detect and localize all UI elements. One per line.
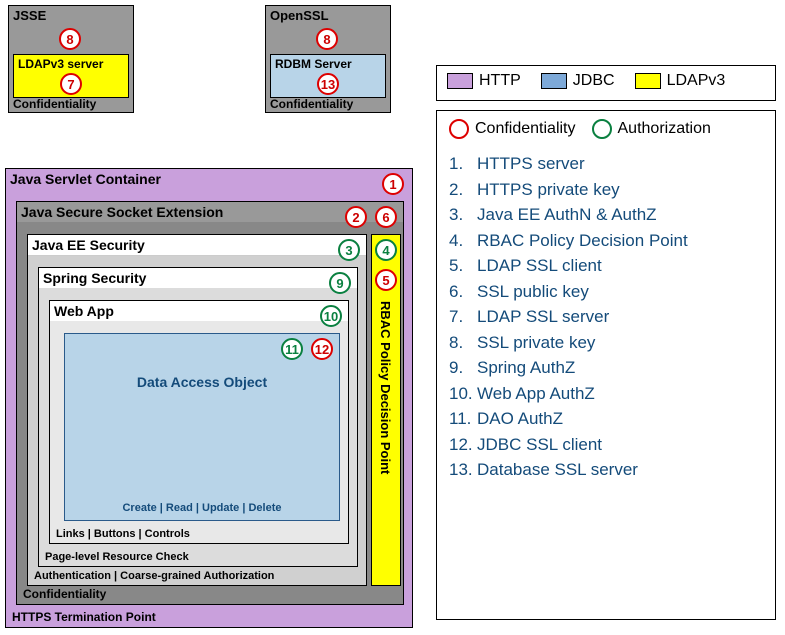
- legend-item: 3.Java EE AuthN & AuthZ: [449, 202, 763, 228]
- legend-item-num: 12.: [449, 432, 477, 458]
- rbac-title: RBAC Policy Decision Point: [378, 301, 393, 581]
- dao-circle-12: 12: [311, 338, 333, 360]
- legend-item-text: SSL private key: [477, 330, 595, 356]
- jsse-footer: Confidentiality: [9, 96, 100, 112]
- legend-item: 1.HTTPS server: [449, 151, 763, 177]
- legend-ldap: LDAPv3: [667, 72, 726, 90]
- legend-item-text: Web App AuthZ: [477, 381, 595, 407]
- legend-item-num: 13.: [449, 457, 477, 483]
- legend-item-text: Java EE AuthN & AuthZ: [477, 202, 657, 228]
- rbac-circle-5: 5: [375, 269, 397, 291]
- webapp-footer: Links | Buttons | Controls: [52, 527, 194, 541]
- legend-item: 11.DAO AuthZ: [449, 406, 763, 432]
- legend-item-text: LDAP SSL client: [477, 253, 602, 279]
- openssl-circle-8: 8: [316, 28, 338, 50]
- legend-item: 13.Database SSL server: [449, 457, 763, 483]
- legend-protocols: HTTP JDBC LDAPv3: [436, 65, 776, 101]
- legend-item-text: LDAP SSL server: [477, 304, 609, 330]
- openssl-title: OpenSSL: [266, 6, 390, 25]
- openssl-footer: Confidentiality: [266, 96, 357, 112]
- legend-item-num: 5.: [449, 253, 477, 279]
- javaee-footer: Authentication | Coarse-grained Authoriz…: [30, 569, 278, 583]
- servlet-container-title: Java Servlet Container: [6, 169, 412, 189]
- spring-footer: Page-level Resource Check: [41, 550, 193, 564]
- webapp-circle-10: 10: [320, 305, 342, 327]
- spring-circle-9: 9: [329, 272, 351, 294]
- legend-item-text: DAO AuthZ: [477, 406, 563, 432]
- legend-circle-auth: [592, 119, 612, 139]
- legend-jdbc: JDBC: [573, 72, 615, 90]
- legend-main: Confidentiality Authorization 1.HTTPS se…: [436, 110, 776, 620]
- legend-item: 8.SSL private key: [449, 330, 763, 356]
- legend-item-num: 10.: [449, 381, 477, 407]
- legend-item: 4.RBAC Policy Decision Point: [449, 228, 763, 254]
- legend-item-num: 3.: [449, 202, 477, 228]
- legend-item: 9.Spring AuthZ: [449, 355, 763, 381]
- legend-item-text: HTTPS server: [477, 151, 585, 177]
- legend-item: 6.SSL public key: [449, 279, 763, 305]
- dao-box: Data Access Object 11 12 Create | Read |…: [64, 333, 340, 521]
- rdbm-server-title: RDBM Server: [271, 55, 385, 73]
- webapp-title: Web App: [50, 301, 348, 321]
- swatch-jdbc: [541, 73, 567, 89]
- legend-item-num: 7.: [449, 304, 477, 330]
- webapp-box: Web App 10 Links | Buttons | Controls Da…: [49, 300, 349, 544]
- ldap-server-box: LDAPv3 server 7: [13, 54, 129, 98]
- legend-item-num: 4.: [449, 228, 477, 254]
- javaee-box: Java EE Security 3 Authentication | Coar…: [27, 234, 367, 586]
- legend-http: HTTP: [479, 72, 521, 90]
- legend-item-text: Database SSL server: [477, 457, 638, 483]
- swatch-http: [447, 73, 473, 89]
- rbac-circle-4: 4: [375, 239, 397, 261]
- legend-item-num: 1.: [449, 151, 477, 177]
- jsse-ext-circle-6: 6: [375, 206, 397, 228]
- servlet-footer: HTTPS Termination Point: [8, 609, 160, 625]
- javaee-title: Java EE Security: [28, 235, 366, 256]
- rbac-box: 4 5 RBAC Policy Decision Point: [371, 234, 401, 586]
- openssl-box: OpenSSL 8 RDBM Server 13 Confidentiality: [265, 5, 391, 113]
- legend-item: 5.LDAP SSL client: [449, 253, 763, 279]
- javaee-circle-3: 3: [338, 239, 360, 261]
- ldap-server-title: LDAPv3 server: [14, 55, 128, 73]
- legend-item: 7.LDAP SSL server: [449, 304, 763, 330]
- spring-title: Spring Security: [39, 268, 357, 288]
- servlet-circle-1: 1: [382, 173, 404, 195]
- legend-list: 1.HTTPS server2.HTTPS private key3.Java …: [449, 151, 763, 483]
- jsse-ext-footer: Confidentiality: [19, 586, 110, 602]
- spring-box: Spring Security 9 Page-level Resource Ch…: [38, 267, 358, 567]
- legend-item: 2.HTTPS private key: [449, 177, 763, 203]
- dao-circle-11: 11: [281, 338, 303, 360]
- jsse-title: JSSE: [9, 6, 133, 25]
- legend-item-num: 2.: [449, 177, 477, 203]
- legend-item-text: SSL public key: [477, 279, 589, 305]
- jsse-ext-circle-2: 2: [345, 206, 367, 228]
- legend-item-num: 11.: [449, 406, 477, 432]
- servlet-container-box: Java Servlet Container 1 HTTPS Terminati…: [5, 168, 413, 628]
- ldap-circle-7: 7: [60, 73, 82, 95]
- swatch-ldap: [635, 73, 661, 89]
- legend-auth: Authorization: [618, 120, 711, 138]
- legend-item-text: Spring AuthZ: [477, 355, 575, 381]
- rdbm-server-box: RDBM Server 13: [270, 54, 386, 98]
- legend-item-text: HTTPS private key: [477, 177, 620, 203]
- dao-crud: Create | Read | Update | Delete: [65, 502, 339, 514]
- legend-conf: Confidentiality: [475, 120, 576, 138]
- legend-item-num: 9.: [449, 355, 477, 381]
- legend-item: 12.JDBC SSL client: [449, 432, 763, 458]
- rdbm-circle-13: 13: [317, 73, 339, 95]
- legend-item: 10.Web App AuthZ: [449, 381, 763, 407]
- legend-item-num: 6.: [449, 279, 477, 305]
- legend-item-text: RBAC Policy Decision Point: [477, 228, 688, 254]
- jsse-box: JSSE 8 LDAPv3 server 7 Confidentiality: [8, 5, 134, 113]
- jsse-ext-box: Java Secure Socket Extension 2 6 Confide…: [16, 201, 404, 605]
- legend-item-num: 8.: [449, 330, 477, 356]
- legend-item-text: JDBC SSL client: [477, 432, 602, 458]
- jsse-circle-8: 8: [59, 28, 81, 50]
- legend-circle-conf: [449, 119, 469, 139]
